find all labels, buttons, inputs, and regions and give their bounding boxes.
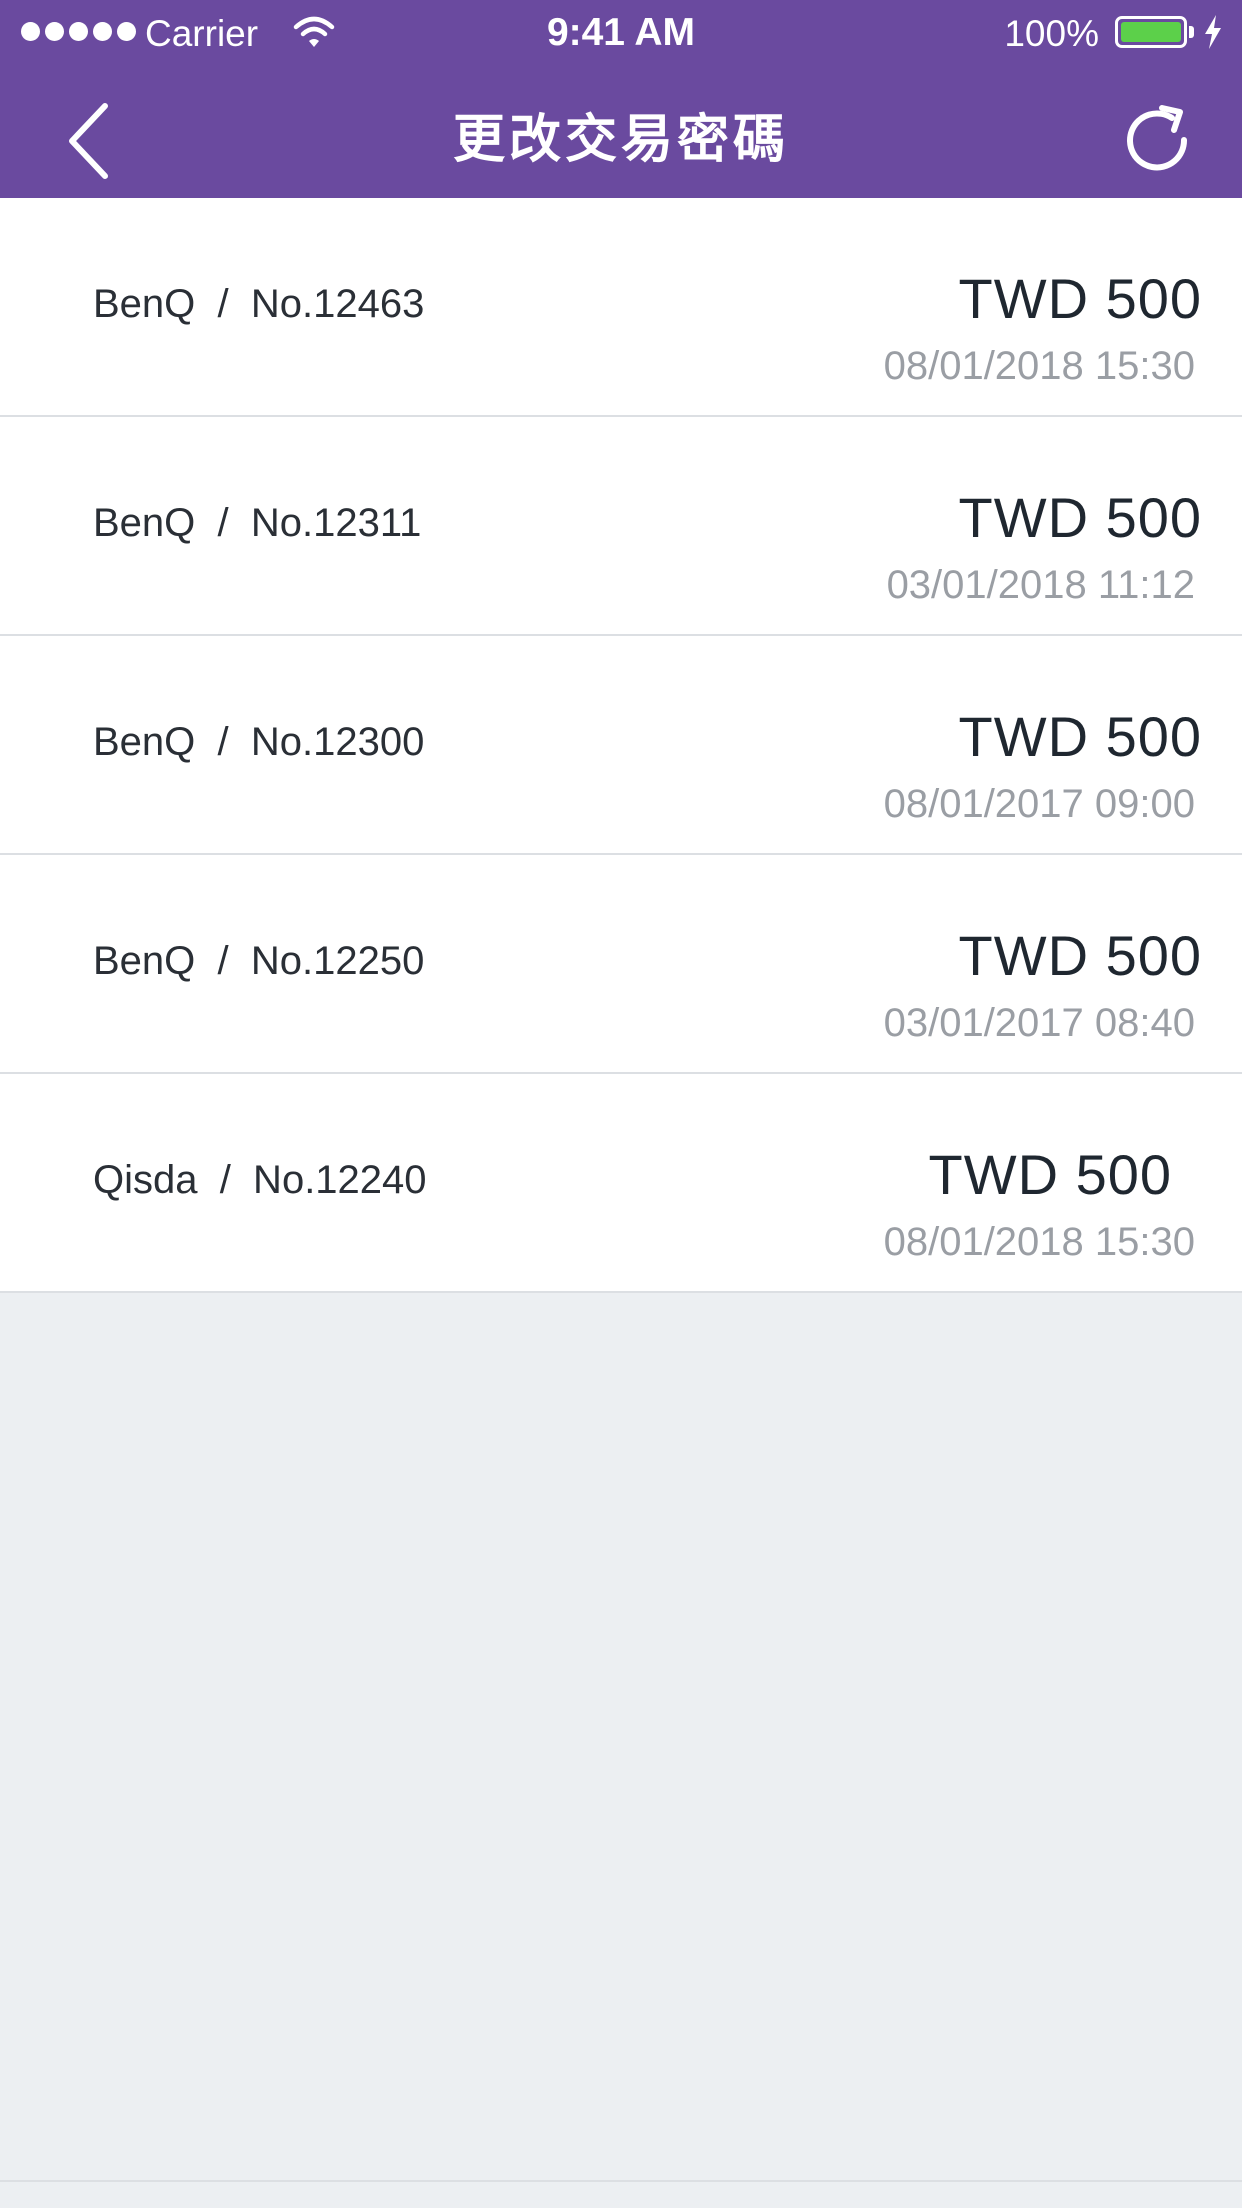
refresh-button[interactable]: [1118, 100, 1198, 180]
transaction-date: 03/01/2018 11:12: [886, 563, 1195, 607]
transaction-amount: TWD 500: [958, 267, 1202, 330]
battery-fill: [1121, 22, 1181, 42]
refresh-icon: [1127, 105, 1188, 171]
transaction-list: BenQ / No.12463 TWD 500 08/01/2018 15:30…: [0, 198, 1242, 1293]
transaction-label: BenQ / No.12463: [93, 282, 425, 326]
transaction-date: 08/01/2017 09:00: [883, 782, 1195, 826]
transaction-label: BenQ / No.12300: [93, 720, 425, 764]
transaction-row[interactable]: BenQ / No.12250 TWD 500 03/01/2017 08:40: [0, 855, 1242, 1074]
battery-percentage: 100%: [1004, 13, 1099, 54]
transaction-amount: TWD 500: [958, 924, 1202, 987]
battery-tip: [1189, 26, 1194, 38]
transaction-label: BenQ / No.12311: [93, 501, 422, 545]
transaction-row[interactable]: BenQ / No.12311 TWD 500 03/01/2018 11:12: [0, 417, 1242, 636]
transaction-label: Qisda / No.12240: [93, 1158, 427, 1202]
transaction-amount: TWD 500: [958, 705, 1202, 768]
transaction-amount: TWD 500: [958, 486, 1202, 549]
transaction-date: 08/01/2018 15:30: [883, 1220, 1195, 1264]
transaction-amount: TWD 500: [928, 1143, 1172, 1206]
transaction-date: 03/01/2017 08:40: [883, 1001, 1195, 1045]
battery-icon: [1115, 16, 1187, 48]
transaction-date: 08/01/2018 15:30: [883, 344, 1195, 388]
transaction-label: BenQ / No.12250: [93, 939, 425, 983]
status-bar: Carrier 9:41 AM 100%: [0, 0, 1242, 66]
nav-bar: Carrier 9:41 AM 100% 更改交易密碼: [0, 0, 1242, 198]
transaction-row[interactable]: Qisda / No.12240 TWD 500 08/01/2018 15:3…: [0, 1074, 1242, 1293]
charging-bolt-icon: [1205, 15, 1221, 49]
bottom-divider: [0, 2180, 1242, 2182]
page-title: 更改交易密碼: [452, 111, 789, 169]
transaction-row[interactable]: BenQ / No.12300 TWD 500 08/01/2017 09:00: [0, 636, 1242, 855]
transaction-row[interactable]: BenQ / No.12463 TWD 500 08/01/2018 15:30: [0, 198, 1242, 417]
